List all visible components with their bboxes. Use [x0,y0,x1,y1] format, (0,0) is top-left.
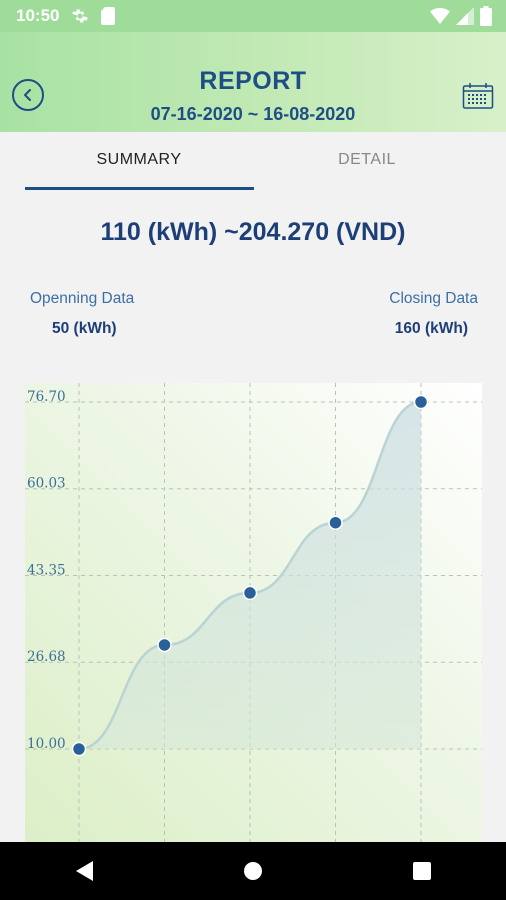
report-header: REPORT 07-16-2020 ~ 16-08-2020 [0,32,506,132]
settings-gear-icon [71,7,89,25]
closing-data-label: Closing Data [389,290,478,307]
y-tick-label: 10.00 [27,736,66,752]
page-title: REPORT [199,67,307,95]
y-tick-label: 76.70 [27,389,66,405]
y-tick-label: 60.03 [27,476,66,492]
nav-back-button[interactable] [34,842,134,900]
nav-recents-button[interactable] [372,842,472,900]
back-triangle-icon [74,860,94,882]
status-bar: 10:50 [0,0,506,32]
y-tick-label: 43.35 [27,563,66,579]
chart-point[interactable] [157,637,172,653]
status-right-icons [430,6,492,31]
chart-point[interactable] [413,394,429,410]
opening-data-label: Openning Data [30,290,135,307]
wifi-icon [430,8,450,29]
calendar-button[interactable] [462,82,494,110]
tab-detail[interactable]: DETAIL [253,132,481,188]
sim-card-icon [101,7,116,25]
chart-point[interactable] [242,585,258,601]
y-tick-label: 26.68 [27,649,66,665]
chart-point[interactable] [328,515,343,530]
date-range[interactable]: 07-16-2020 ~ 16-08-2020 [0,104,506,125]
closing-data-value: 160 (kWh) [394,320,468,337]
opening-data-value: 50 (kWh) [52,320,117,337]
chart-point[interactable] [71,741,87,757]
tab-summary[interactable]: SUMMARY [25,132,253,188]
consumption-chart: 10.00 26.68 43.35 60.03 76.70 [25,383,482,843]
chart-svg: 10.00 26.68 43.35 60.03 76.70 [25,383,482,843]
nav-home-button[interactable] [203,842,303,900]
home-circle-icon [243,861,263,881]
battery-icon [480,6,492,31]
total-consumption: 110 (kWh) ~204.270 (VND) [100,218,406,246]
calendar-icon [462,83,494,114]
active-tab-indicator [25,187,254,190]
report-tabs: SUMMARY DETAIL [0,132,506,190]
status-time: 10:50 [16,6,60,25]
cell-signal-icon [456,7,474,30]
recents-square-icon [412,862,431,880]
system-nav-bar [0,842,506,900]
